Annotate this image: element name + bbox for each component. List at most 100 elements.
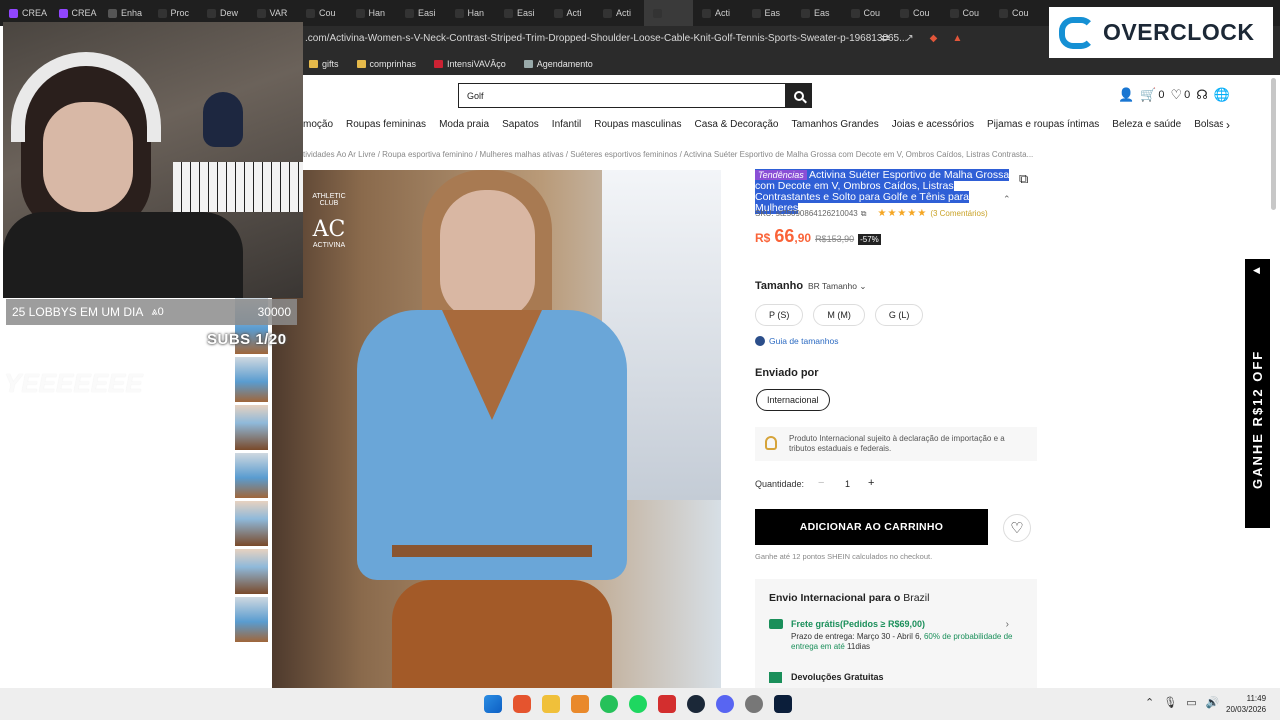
display-icon[interactable]: ▭ [1186,696,1196,709]
browser-tab[interactable]: Cou [891,0,941,26]
thumbnail[interactable] [235,453,268,498]
intl-shipping-title: Envio Internacional para o Brazil [769,592,930,604]
browser-tab[interactable]: Cou [842,0,892,26]
category-item[interactable]: moção [303,119,333,135]
spotify-icon[interactable] [629,695,647,713]
thumbnail[interactable] [235,501,268,546]
browser-tab[interactable]: Han [446,0,496,26]
bookmark-intensivavaco[interactable]: IntensiVAVÂço [434,59,506,69]
browser-tab[interactable]: Acti [594,0,644,26]
category-item[interactable]: Infantil [552,119,581,135]
steam-icon[interactable] [687,695,705,713]
category-item[interactable]: Pijamas e roupas íntimas [987,119,1099,135]
quantity-decrease-button[interactable]: − [818,477,824,489]
shein-icon [801,8,810,18]
translate-icon[interactable]: ⇄ [879,32,892,45]
category-item[interactable]: Tamanhos Grandes [791,119,878,135]
whatsapp-icon[interactable] [600,695,618,713]
browser-tab[interactable]: Han [347,0,397,26]
search-input[interactable]: Golf [458,83,786,108]
game-launcher-icon[interactable] [658,695,676,713]
wishlist-button[interactable]: ♡ 0 [1171,87,1191,103]
browser-tab[interactable]: Eas [743,0,793,26]
thumbnail[interactable] [235,597,268,642]
quantity-increase-button[interactable]: + [868,477,874,489]
size-option-m[interactable]: M (M) [813,304,865,326]
quantity-value[interactable]: 1 [845,479,850,489]
category-item[interactable]: Moda praia [439,119,489,135]
goal-target: 30000 [257,305,291,319]
browser-tab[interactable] [643,0,693,26]
free-shipping-row[interactable]: Frete grátis(Pedidos ≥ R$69,00) Prazo de… [769,619,1023,652]
wishlist-count: 0 [1184,89,1191,101]
category-item[interactable]: Joias e acessórios [892,119,974,135]
shein-icon [256,8,266,18]
search-button[interactable] [786,83,812,108]
thumbnail[interactable] [235,357,268,402]
discord-icon[interactable] [716,695,734,713]
category-item[interactable]: Casa & Decoração [695,119,779,135]
system-clock[interactable]: 11:49 20/03/2026 [1226,693,1266,715]
chevron-right-icon[interactable]: › [1226,118,1230,132]
category-item[interactable]: Roupas masculinas [594,119,681,135]
add-to-cart-button[interactable]: ADICIONAR AO CARRINHO [755,509,988,545]
settings-gear-icon[interactable] [745,695,763,713]
url-text[interactable]: .com/Activina-Women-s-V-Neck-Contrast-St… [305,33,907,44]
category-item[interactable]: Sapatos [502,119,539,135]
globe-icon[interactable]: 🌐 [1214,87,1230,103]
share-icon[interactable]: ↗ [903,32,916,45]
category-item[interactable]: Bolsas e malas [1194,119,1223,135]
thumbnail[interactable] [235,549,268,594]
shein-icon [850,8,860,18]
photoshop-icon[interactable] [774,695,792,713]
points-note: Ganhe até 12 pontos SHEIN calculados no … [755,552,933,561]
browser-tab[interactable]: Acti [545,0,595,26]
reviews-link[interactable]: (3 Comentários) [930,209,987,218]
add-to-wishlist-button[interactable]: ♡ [1003,514,1031,542]
account-icon[interactable]: 👤 [1118,87,1134,103]
bookmark-gifts[interactable]: gifts [309,59,339,69]
browser-tab[interactable]: Cou [297,0,347,26]
rewards-icon[interactable]: ▲ [951,32,964,45]
bookmark-agendamento[interactable]: Agendamento [523,59,593,69]
file-explorer-icon[interactable] [542,695,560,713]
brave-browser-icon[interactable] [513,695,531,713]
size-country-select[interactable]: BR Tamanho ⌄ [808,281,866,292]
shein-icon [306,8,315,18]
browser-tab[interactable]: Eas [792,0,842,26]
promo-side-tab[interactable]: ◀ GANHE R$12 OFF [1245,259,1270,528]
browser-tab[interactable]: Cou [990,0,1040,26]
browser-tab[interactable]: Acti [693,0,743,26]
volume-icon[interactable]: 🔊 [1206,696,1220,709]
category-item[interactable]: Beleza e saúde [1112,119,1181,135]
cart-button[interactable]: 🛒 0 [1140,87,1164,103]
shein-icon [157,8,167,18]
windows-start-icon[interactable] [484,695,502,713]
sublime-text-icon[interactable] [571,695,589,713]
bookmark-comprinhas[interactable]: comprinhas [356,59,416,69]
chevron-up-icon[interactable]: ⌃ [1003,194,1011,205]
breadcrumb[interactable]: tividades Ao Ar Livre / Roupa esportiva … [303,150,1033,159]
size-guide-link[interactable]: Guia de tamanhos [755,336,838,346]
page-scrollbar[interactable] [1271,78,1276,210]
ship-option-international[interactable]: Internacional [756,389,830,411]
browser-tab[interactable]: Cou [941,0,991,26]
category-item[interactable]: Roupas femininas [346,119,426,135]
browser-tab[interactable]: Easi [396,0,446,26]
share-icon[interactable]: ⧉ [1019,171,1033,186]
thumbnail[interactable] [235,405,268,450]
international-shipping-box: Envio Internacional para o Brazil Frete … [755,579,1037,688]
support-icon[interactable]: ☊ [1196,87,1208,103]
brave-shield-icon[interactable]: ◆ [927,32,940,45]
sku-row: SKU: st250908641262100​43 ⧉ ★★★★★ (3 Com… [755,208,988,219]
microphone-icon[interactable]: 🎙 [1163,696,1177,709]
browser-tab[interactable]: Easi [495,0,545,26]
heart-icon: ♡ [1170,87,1183,102]
stream-goal-bar: 25 LOBBYS EM UM DIA ⩓0 30000 [6,299,297,325]
chevron-up-icon[interactable]: ⌃ [1145,696,1154,709]
copy-icon[interactable]: ⧉ [861,209,867,219]
discount-badge: -57% [858,234,881,245]
size-option-g[interactable]: G (L) [874,304,924,326]
free-returns-row[interactable]: Devoluções Gratuitas [769,672,884,683]
size-option-p[interactable]: P (S) [755,304,804,326]
